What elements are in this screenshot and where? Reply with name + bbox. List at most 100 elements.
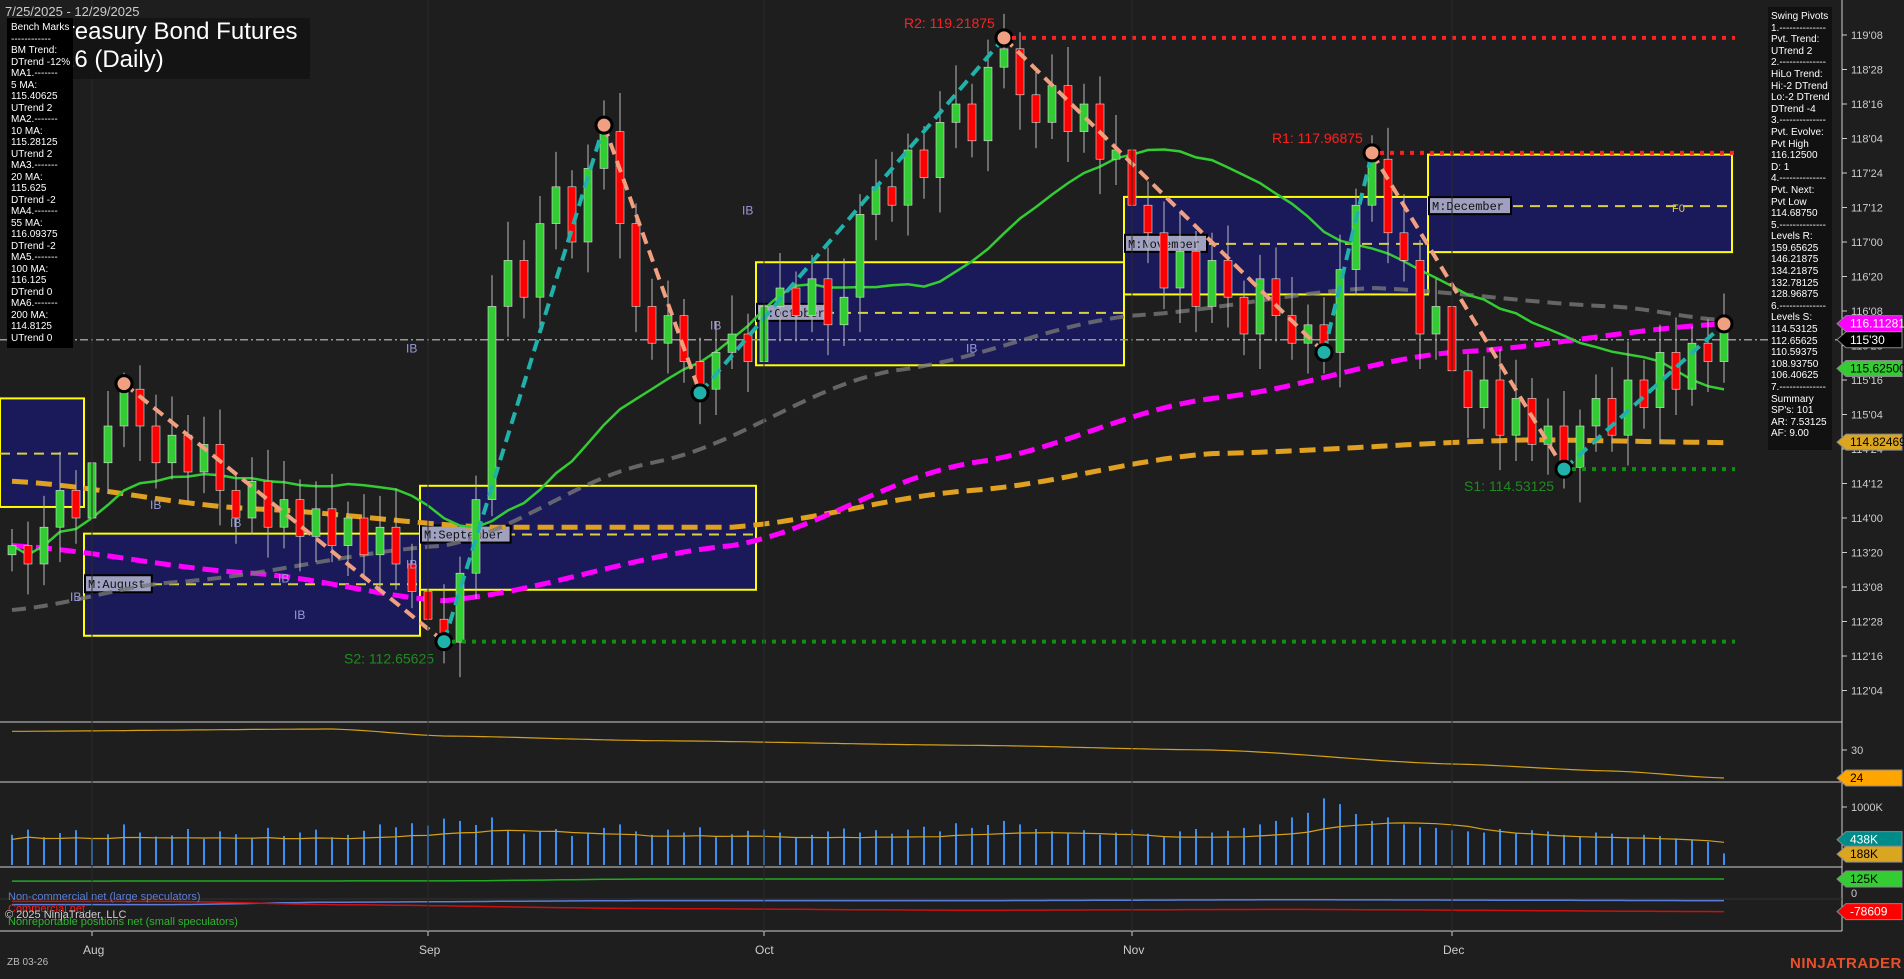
bench-marks-line: 10 MA: — [11, 125, 43, 137]
candle — [503, 221, 513, 337]
bench-marks-line: 115.625 — [11, 183, 47, 194]
candle-body-down — [631, 223, 641, 307]
swing-pivots-line: D: 1 — [1771, 161, 1790, 173]
candle-body-down — [23, 545, 33, 565]
price-flag: 116.11281 — [1850, 317, 1904, 331]
swing-high-marker — [114, 374, 134, 394]
adx-line — [12, 728, 1725, 779]
adx-flag: 24 — [1850, 771, 1864, 785]
price-tick-label: 115'04 — [1851, 410, 1883, 422]
candle — [1511, 359, 1521, 461]
swing-pivots-line: 110.59375 — [1771, 347, 1818, 359]
candle-body-down — [263, 480, 273, 528]
swing-pivots-line: Levels R: — [1771, 231, 1813, 243]
ib-label: IB — [294, 608, 305, 622]
swing-pivots-line: 4.-------------- — [1771, 173, 1826, 185]
candle-body-down — [231, 490, 241, 519]
candle-body-up — [551, 186, 561, 224]
candle-body-up — [311, 508, 321, 537]
candle — [887, 151, 897, 222]
candle — [1719, 293, 1729, 383]
candle — [1655, 324, 1665, 443]
candle-body-up — [119, 388, 129, 427]
month-label: Oct — [755, 943, 774, 957]
candle — [103, 391, 113, 494]
bench-marks-line: MA5.------- — [11, 252, 58, 263]
adx-flag-bg — [1836, 769, 1903, 787]
candle — [951, 65, 961, 149]
candle-body-down — [1063, 85, 1073, 132]
zone-tag: F0 — [1672, 203, 1685, 215]
price-tick-label: 117'12 — [1851, 203, 1883, 215]
bench-marks-line: UTrend 0 — [11, 332, 53, 344]
candle — [167, 396, 177, 480]
support-level-label: S1: 114.53125 — [1464, 478, 1554, 494]
swing-pivots-line: 134.21875 — [1771, 266, 1819, 278]
swing-low-marker — [690, 383, 710, 403]
candle-body-down — [887, 186, 897, 206]
price-tick-label: 118'16 — [1851, 99, 1883, 111]
bench-marks-line: 20 MA: — [11, 171, 43, 183]
candle-body-up — [903, 149, 913, 206]
candle-body-down — [1495, 379, 1505, 436]
candle-body-down — [1143, 204, 1153, 234]
candle-body-down — [391, 526, 401, 565]
candle-body-up — [663, 315, 673, 344]
ib-label: IB — [70, 590, 81, 604]
swing-pivots-line: 3.-------------- — [1771, 115, 1826, 127]
swing-pivots-line: 128.96875 — [1771, 289, 1819, 301]
ib-label: IB — [278, 571, 289, 585]
candle — [1703, 319, 1713, 392]
candle — [135, 365, 145, 461]
candle-body-down — [1671, 352, 1681, 390]
bench-marks-line: UTrend 2 — [11, 102, 53, 114]
bench-marks-line: 116.09375 — [11, 229, 58, 240]
candle — [615, 92, 625, 259]
bench-marks-panel: Bench Marks ------------ BM Trend: DTrend -… — [7, 18, 73, 348]
copyright: © 2025 NinjaTrader, LLC — [5, 909, 127, 921]
price-tick-label: 117'00 — [1851, 237, 1883, 249]
swing-pivots-line: 159.65625 — [1771, 242, 1819, 254]
candle-body-up — [7, 545, 17, 556]
candle — [535, 196, 545, 333]
volume-flag: 188K — [1850, 847, 1878, 861]
price-flag: 114.82469 — [1850, 435, 1904, 449]
candle-body-down — [647, 306, 657, 344]
candle-body-up — [935, 122, 945, 178]
candle-body-down — [183, 434, 193, 473]
cot-nonreportable-line — [12, 878, 1724, 882]
bench-marks-line: MA2.------- — [11, 114, 58, 125]
candle-body-down — [151, 425, 161, 464]
swing-high-marker — [994, 28, 1014, 48]
swing-pivots-line: 132.78125 — [1771, 277, 1819, 289]
bench-marks-line: 55 MA: — [11, 217, 43, 229]
candle-body-down — [823, 278, 833, 326]
swing-pivots-line: SP's: 101 — [1771, 405, 1814, 417]
ib-label: IB — [966, 341, 977, 355]
price-tick-label: 114'12 — [1851, 479, 1883, 491]
adx-tick-label: 30 — [1851, 745, 1863, 757]
candle-body-up — [1207, 260, 1217, 307]
candle-body-up — [535, 223, 545, 298]
swing-pivots-line: Pvt Low — [1771, 196, 1807, 208]
candle — [183, 414, 193, 503]
bench-marks-line: BM Trend: — [11, 45, 58, 56]
swing-pivots-line: DTrend -4 — [1771, 103, 1816, 115]
swing-pivots-line: 114.68750 — [1771, 208, 1818, 220]
swing-pivots-line: Summary — [1771, 393, 1814, 405]
swing-pivots-line: AR: 7.53125 — [1771, 416, 1827, 428]
price-chart[interactable]: M:AugustM:SeptemberM:OctoberM:NovemberM:… — [0, 0, 1904, 979]
candle — [39, 495, 49, 586]
candle — [7, 529, 17, 572]
candle-body-up — [167, 434, 177, 464]
bench-marks-line: 100 MA: — [11, 263, 49, 275]
ib-label: IB — [742, 203, 753, 217]
support-level-label: S2: 112.65625 — [344, 651, 434, 667]
swing-pivots-line: Pvt. Next: — [1771, 184, 1815, 196]
legend-noncommercial: Non-commercial net (large speculators) — [8, 891, 201, 903]
bench-marks-line: DTrend -2 — [11, 194, 56, 206]
swing-pivots-line: 7.-------------- — [1771, 382, 1826, 393]
price-tick-label: 112'16 — [1851, 651, 1883, 663]
cot-tick-label: 0 — [1851, 888, 1857, 900]
candle — [599, 100, 609, 190]
